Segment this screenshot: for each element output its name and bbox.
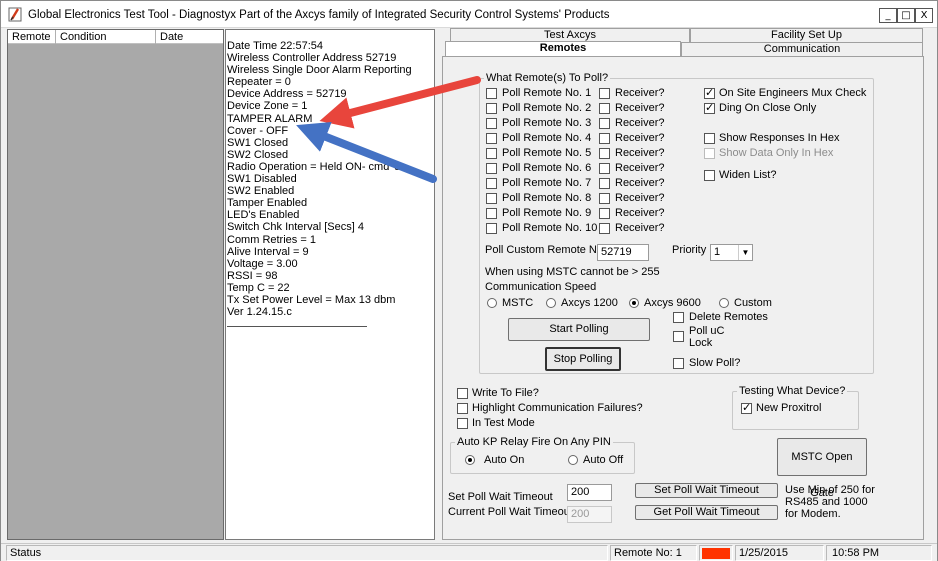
red-arrow — [319, 76, 481, 129]
main-window: Global Electronics Test Tool - Diagnosty… — [0, 0, 938, 561]
blue-arrow — [296, 121, 437, 183]
annotation-arrows — [296, 76, 481, 183]
